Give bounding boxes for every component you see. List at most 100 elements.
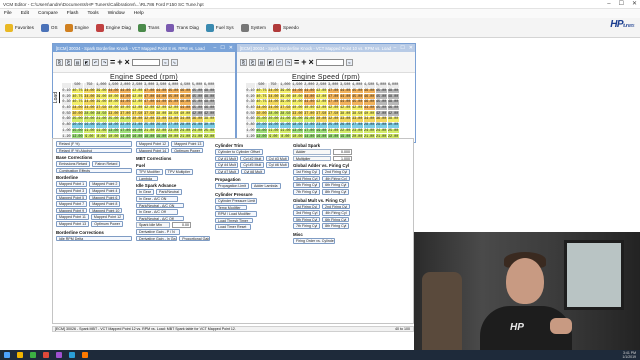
table-cell[interactable]: 37.50	[314, 110, 328, 118]
table-cell[interactable]: 42.00	[338, 104, 352, 112]
table-cell[interactable]: 42.00	[130, 87, 144, 95]
table-cell[interactable]: 48.00	[202, 99, 216, 106]
table-cell[interactable]: 33.00	[290, 110, 304, 118]
global-adder-firing-cyl-button[interactable]: 8th Firing Cyl	[322, 188, 350, 195]
mapped-point-button[interactable]: Mapped Point 13	[56, 220, 90, 227]
maximize-button[interactable]: ☐	[619, 0, 624, 9]
right-window-maximize[interactable]: ☐	[400, 44, 404, 52]
table-cell[interactable]: 38.00	[202, 116, 216, 123]
emissions-retard-button[interactable]: Emissions Retard	[56, 161, 91, 167]
table-cell[interactable]: 40.00	[178, 110, 192, 118]
table-cell[interactable]: 42.00	[166, 104, 180, 112]
cylinder-mult-button[interactable]: Cyl #1 Mult	[215, 155, 239, 162]
table-cell[interactable]: 40.75	[254, 87, 268, 95]
equals-icon[interactable]: =	[294, 58, 299, 67]
table-cell[interactable]: 21.00	[94, 116, 108, 123]
table-cell[interactable]: 37.50	[142, 110, 156, 118]
global-mult-firing-cyl-button[interactable]: 1st Firing Cyl	[293, 203, 320, 210]
table-cell[interactable]: 24.00	[190, 127, 204, 135]
spark-idle-min-value[interactable]: 0.00	[172, 222, 191, 228]
mapped-point-button[interactable]: Mapped Point 11	[56, 214, 89, 220]
undo-icon[interactable]: ↶	[276, 58, 283, 66]
table-cell[interactable]: 37.50	[130, 110, 144, 118]
table-cell[interactable]: 45.00	[374, 104, 388, 112]
table-cell[interactable]: 44.00	[118, 93, 132, 101]
table-cell[interactable]: 37.50	[326, 110, 340, 118]
global-adder-firing-cyl-button[interactable]: 1st Firing Cyl	[293, 169, 320, 175]
global-adder-firing-cyl-button[interactable]: 6th Firing Cyl	[322, 182, 350, 188]
table-cell[interactable]: 44.00	[338, 93, 352, 101]
redo-icon[interactable]: ↷	[285, 58, 292, 66]
table-cell[interactable]: 30.00	[314, 116, 328, 123]
cylinder-mult-button[interactable]: Cyl #3 Mult	[265, 155, 289, 162]
taskbar-app-icon[interactable]	[69, 352, 75, 358]
table-cell[interactable]: 33.00	[106, 110, 120, 118]
table-cell[interactable]: 45.00	[190, 87, 204, 95]
chart-icon[interactable]: ◩	[267, 58, 274, 66]
table-cell[interactable]: 44.00	[302, 87, 316, 95]
mbt-mapped-point-14-button[interactable]: Mapped Point 14	[136, 147, 170, 154]
table-cell[interactable]: 38.50	[166, 110, 180, 118]
table-cell[interactable]: 22.00	[338, 127, 352, 135]
table-cell[interactable]: 44.00	[338, 99, 352, 106]
global-mult-firing-cyl-button[interactable]: 6th Firing Cyl	[322, 216, 350, 223]
taskbar-app-icon[interactable]	[43, 352, 49, 358]
cylinder-mult-button[interactable]: Cyl #5 Mult	[240, 162, 264, 168]
multiply-icon[interactable]: ×	[309, 58, 314, 67]
load-timer-reset-button[interactable]: Load Timer Reset	[215, 224, 251, 230]
table-cell[interactable]: 44.00	[178, 104, 192, 112]
copy-icon[interactable]: ⎘	[56, 58, 63, 66]
table-cell[interactable]: 44.00	[338, 87, 352, 95]
table-cell[interactable]: 24.00	[374, 127, 388, 135]
table-cell[interactable]: 44.00	[154, 93, 168, 101]
table-cell[interactable]: 22.00	[118, 121, 132, 129]
table-cell[interactable]: 39.00	[278, 99, 292, 106]
table-cell[interactable]: 30.00	[70, 110, 84, 118]
mapped-point-button[interactable]: Mapped Point 1	[56, 181, 88, 187]
table-cell[interactable]: 39.00	[94, 99, 108, 106]
table-cell[interactable]: 40.00	[362, 110, 376, 118]
table-cell[interactable]: 44.00	[362, 104, 376, 112]
table-cell[interactable]: 11.00	[278, 127, 292, 135]
menu-flash[interactable]: Flash	[67, 11, 79, 16]
table-cell[interactable]: 38.00	[386, 116, 400, 123]
left-window-caption[interactable]: [ECM] 30034 - Spark Borderline Knock - V…	[53, 44, 235, 52]
menu-edit[interactable]: Edit	[21, 11, 29, 16]
table-cell[interactable]: 34.00	[82, 99, 96, 106]
table-cell[interactable]: 30.00	[386, 121, 400, 129]
table-cell[interactable]: 22.00	[154, 127, 168, 135]
table-cell[interactable]: 48.00	[386, 99, 400, 106]
table-cell[interactable]: 47.00	[142, 93, 156, 101]
toolbar-fuel-sys-button[interactable]: Fuel Sys	[204, 23, 236, 33]
table-cell[interactable]: 20.00	[254, 121, 268, 129]
table-cell[interactable]: 42.00	[190, 110, 204, 118]
table-cell[interactable]: 47.00	[326, 93, 340, 101]
menu-file[interactable]: File	[4, 11, 12, 16]
mapped-point-button[interactable]: Mapped Point 8	[89, 201, 121, 207]
mapped-point-button[interactable]: Mapped Point 7	[56, 201, 88, 207]
table-cell[interactable]: 45.00	[350, 93, 364, 101]
mapped-point-button[interactable]: Mapped Point 3	[56, 187, 88, 194]
table-cell[interactable]: 26.00	[154, 121, 168, 129]
mapped-point-button[interactable]: Mapped Point 6	[89, 194, 121, 201]
table-cell[interactable]: 28.00	[178, 121, 192, 129]
table-cell[interactable]: 25.00	[142, 121, 156, 129]
park-neutral-button[interactable]: Park/Neutral	[156, 189, 182, 195]
toolbar-trans-diag-button[interactable]: Trans Diag	[164, 23, 200, 33]
table-cell[interactable]: 39.00	[94, 93, 108, 101]
table-cell[interactable]: 34.00	[266, 87, 280, 95]
table-cell[interactable]: 34.00	[266, 104, 280, 112]
mbt-mapped-point-12-button[interactable]: Mapped Point 12	[136, 141, 170, 147]
toolbar-engine-diag-button[interactable]: Engine Diag	[94, 23, 133, 33]
table-cell[interactable]: 46.00	[362, 99, 376, 106]
table-cell[interactable]: 40.75	[254, 93, 268, 101]
multiplier-value[interactable]: 1.000	[333, 155, 352, 162]
table-cell[interactable]: 48.00	[386, 93, 400, 101]
table-cell[interactable]: 45.00	[190, 104, 204, 112]
table-cell[interactable]: 42.00	[142, 104, 156, 112]
table-cell[interactable]: 23.00	[314, 121, 328, 129]
table-cell[interactable]: 44.00	[118, 87, 132, 95]
table-cell[interactable]: 17.00	[118, 127, 132, 135]
table-cell[interactable]: 46.00	[178, 99, 192, 106]
global-mult-firing-cyl-button[interactable]: 5th Firing Cyl	[293, 216, 321, 223]
